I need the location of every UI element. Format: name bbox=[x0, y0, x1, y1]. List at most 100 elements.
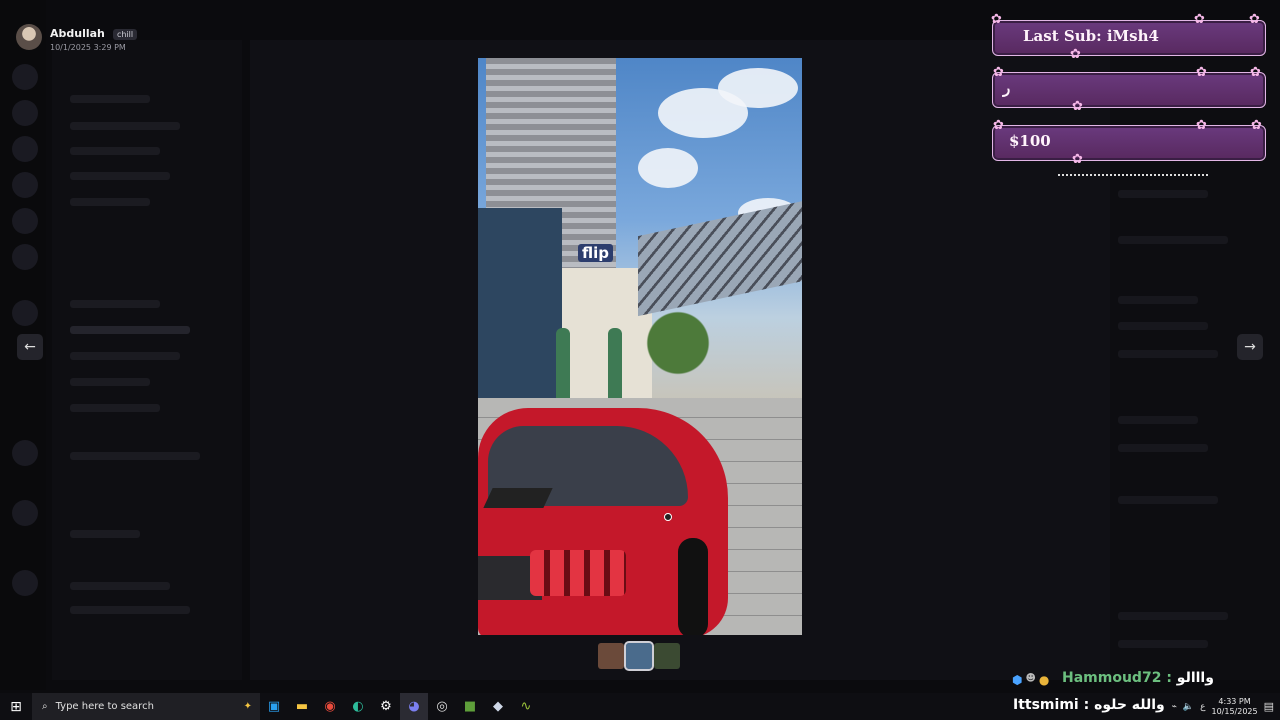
chrome-icon[interactable]: ◉ bbox=[316, 693, 344, 720]
channel-item[interactable] bbox=[70, 582, 170, 590]
avatar[interactable] bbox=[16, 24, 42, 50]
channel-item[interactable] bbox=[70, 530, 140, 538]
flower-icon: ✿ bbox=[1072, 152, 1083, 167]
footer-name: Ittsmimi bbox=[1013, 697, 1079, 713]
server-icon[interactable] bbox=[12, 440, 38, 466]
server-icon[interactable] bbox=[12, 208, 38, 234]
thumbnail-selected[interactable] bbox=[624, 641, 654, 671]
member-item[interactable] bbox=[1118, 190, 1208, 198]
language-indicator[interactable]: ع bbox=[1200, 702, 1205, 712]
flower-icon: ✿ bbox=[1251, 118, 1262, 133]
channel-item[interactable] bbox=[70, 172, 170, 180]
coin-icon: ● bbox=[1038, 673, 1050, 687]
dotted-divider bbox=[1058, 174, 1208, 176]
cube-icon[interactable]: ◆ bbox=[484, 693, 512, 720]
network-icon[interactable]: ⌁ bbox=[1171, 702, 1176, 712]
channel-item[interactable] bbox=[70, 378, 150, 386]
server-icon[interactable] bbox=[12, 172, 38, 198]
windows-icon: ⊞ bbox=[10, 698, 22, 715]
taskbar-search[interactable]: ⌕ Type here to search ✦ bbox=[32, 693, 260, 720]
member-item[interactable] bbox=[1118, 416, 1198, 424]
mouse-cursor bbox=[664, 513, 672, 521]
trees bbox=[618, 298, 738, 388]
server-icon[interactable] bbox=[12, 570, 38, 596]
channel-item[interactable] bbox=[70, 352, 180, 360]
umbrella bbox=[608, 328, 622, 408]
channel-item[interactable] bbox=[70, 147, 160, 155]
flower-icon: ✿ bbox=[1196, 65, 1207, 80]
arrow-right-icon: → bbox=[1244, 339, 1256, 355]
previous-button[interactable]: ← bbox=[17, 334, 43, 360]
channel-item[interactable] bbox=[70, 95, 150, 103]
viewed-photo[interactable]: flip bbox=[478, 58, 802, 635]
flower-icon: ✿ bbox=[1196, 118, 1207, 133]
start-button[interactable]: ⊞ bbox=[0, 693, 32, 720]
notification-icon[interactable]: ▤ bbox=[1264, 700, 1274, 713]
channel-item[interactable] bbox=[70, 606, 190, 614]
member-item[interactable] bbox=[1118, 236, 1228, 244]
time: 4:33 PM bbox=[1218, 696, 1251, 706]
server-icon[interactable] bbox=[12, 136, 38, 162]
user-name[interactable]: Abdullah bbox=[50, 27, 105, 40]
chat-message: وااالو bbox=[1176, 670, 1214, 686]
channel-item[interactable] bbox=[70, 122, 180, 130]
minecraft-icon[interactable]: ■ bbox=[456, 693, 484, 720]
member-item[interactable] bbox=[1118, 612, 1228, 620]
server-icon[interactable] bbox=[12, 244, 38, 270]
thumbnail[interactable] bbox=[654, 643, 680, 669]
member-item[interactable] bbox=[1118, 444, 1208, 452]
search-placeholder: Type here to search bbox=[55, 701, 154, 712]
timestamp: 10/1/2025 3:29 PM bbox=[50, 43, 126, 52]
discord-icon[interactable]: ◕ bbox=[400, 693, 428, 720]
server-icon[interactable] bbox=[12, 100, 38, 126]
tire bbox=[678, 538, 708, 635]
edge-icon[interactable]: ◐ bbox=[344, 693, 372, 720]
settings-icon[interactable]: ⚙ bbox=[372, 693, 400, 720]
file-explorer-icon[interactable]: ▬ bbox=[288, 693, 316, 720]
umbrella bbox=[556, 328, 570, 408]
donation-amount: $100 bbox=[1009, 132, 1051, 150]
server-icon[interactable] bbox=[12, 500, 38, 526]
arrow-left-icon: ← bbox=[24, 339, 36, 355]
chat-user: Hammoud72 bbox=[1062, 670, 1162, 686]
thumbnail[interactable] bbox=[598, 643, 624, 669]
overlay-panel: ر bbox=[992, 72, 1266, 108]
flower-icon: ✿ bbox=[1070, 47, 1081, 62]
flower-icon: ✿ bbox=[991, 12, 1002, 27]
member-item[interactable] bbox=[1118, 496, 1218, 504]
store-icon[interactable]: ▣ bbox=[260, 693, 288, 720]
image-viewer-header: Abdullah chill 10/1/2025 3:29 PM bbox=[16, 22, 138, 52]
channel-item[interactable] bbox=[70, 300, 160, 308]
volume-icon[interactable]: 🔈 bbox=[1183, 702, 1194, 712]
clock[interactable]: 4:33 PM 10/15/2025 bbox=[1211, 697, 1257, 717]
stream-footer-chat: Ittsmimi : والله حلوه bbox=[1013, 697, 1165, 713]
flower-icon: ✿ bbox=[1250, 65, 1261, 80]
obs-icon[interactable]: ◎ bbox=[428, 693, 456, 720]
member-item[interactable] bbox=[1118, 350, 1218, 358]
channel-item[interactable] bbox=[70, 326, 190, 334]
channel-item[interactable] bbox=[70, 404, 160, 412]
snake-icon[interactable]: ∿ bbox=[512, 693, 540, 720]
member-item[interactable] bbox=[1118, 296, 1198, 304]
copilot-icon[interactable]: ✦ bbox=[244, 701, 252, 712]
channel-item[interactable] bbox=[70, 452, 200, 460]
tail-light bbox=[530, 550, 626, 596]
last-sub-panel: Last Sub: iMsh4 bbox=[992, 20, 1266, 56]
car-stripe bbox=[483, 488, 553, 508]
flower-icon: ✿ bbox=[993, 118, 1004, 133]
flower-icon: ✿ bbox=[993, 65, 1004, 80]
server-icon[interactable] bbox=[12, 300, 38, 326]
store-sign: flip bbox=[578, 244, 613, 262]
member-item[interactable] bbox=[1118, 322, 1208, 330]
server-icon[interactable] bbox=[12, 64, 38, 90]
next-button[interactable]: → bbox=[1237, 334, 1263, 360]
footer-message: والله حلوه bbox=[1094, 697, 1165, 713]
channel-item[interactable] bbox=[70, 198, 150, 206]
status-badge: chill bbox=[112, 29, 138, 40]
flower-icon: ✿ bbox=[1194, 12, 1205, 27]
donation-panel: $100 bbox=[992, 125, 1266, 161]
date: 10/15/2025 bbox=[1211, 706, 1258, 716]
cloud bbox=[638, 148, 698, 188]
member-item[interactable] bbox=[1118, 640, 1208, 648]
chat-overlay-line: Hammoud72 : وااالو bbox=[1062, 670, 1214, 686]
